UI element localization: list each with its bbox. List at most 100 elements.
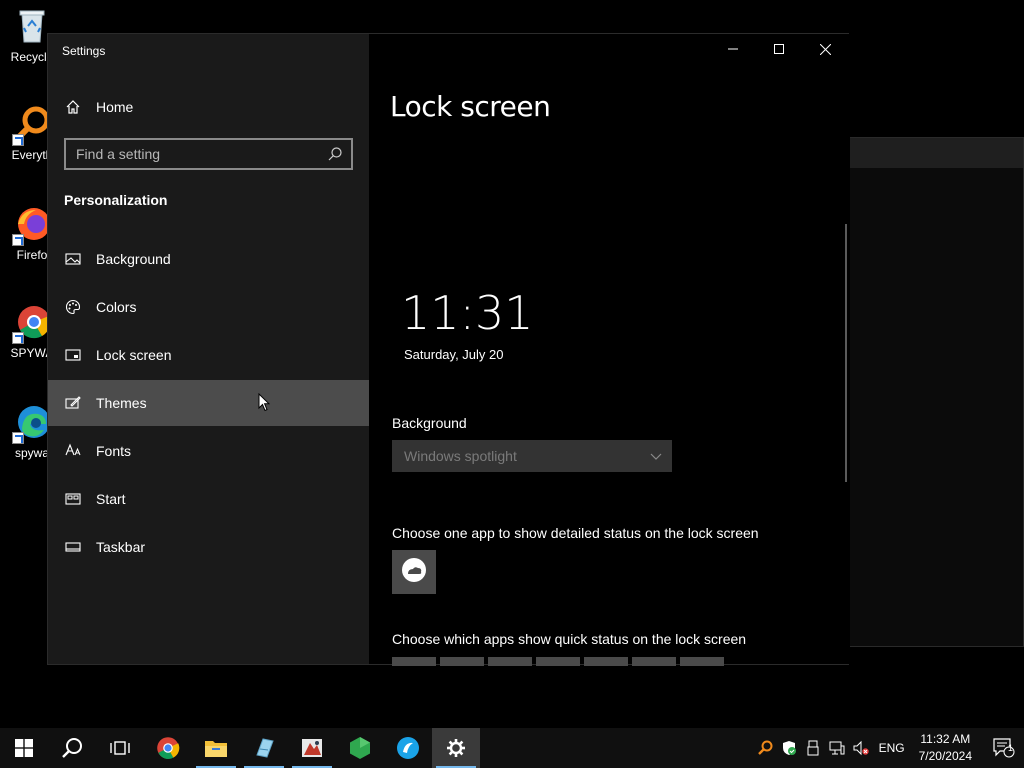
nav-item-fonts[interactable]: Fonts: [48, 428, 369, 474]
weather-app-icon: [401, 557, 427, 588]
nav-item-label: Colors: [96, 299, 137, 315]
fonts-icon: [65, 443, 81, 459]
close-button[interactable]: [802, 34, 848, 64]
nav-item-start[interactable]: Start: [48, 476, 369, 522]
close-icon: [819, 43, 831, 55]
taskbar-file-explorer[interactable]: [192, 728, 240, 768]
quick-status-slot[interactable]: [632, 657, 676, 666]
background-window[interactable]: [849, 137, 1024, 647]
nav-item-themes[interactable]: Themes: [48, 380, 369, 426]
detailed-status-app-button[interactable]: [392, 550, 436, 594]
taskbar-shield-app[interactable]: [336, 728, 384, 768]
chevron-down-icon: [650, 448, 662, 464]
settings-nav-pane: Settings Home Personalization Background: [48, 34, 369, 664]
tray-volume-muted-icon[interactable]: [849, 728, 873, 768]
quick-status-slot[interactable]: [584, 657, 628, 666]
notepad-icon: [256, 738, 274, 758]
recycle-bin-icon: [12, 6, 52, 46]
settings-window: Settings Home Personalization Background: [47, 33, 850, 666]
nav-home-label: Home: [96, 99, 134, 115]
search-icon: [62, 738, 82, 758]
shortcut-arrow-icon: [12, 234, 24, 246]
minimize-button[interactable]: [710, 34, 756, 64]
maximize-button[interactable]: [756, 34, 802, 64]
lock-preview-time: 11:31: [401, 286, 534, 340]
shortcut-arrow-icon: [12, 432, 24, 444]
mouse-cursor-icon: [258, 392, 271, 412]
nav-item-label: Fonts: [96, 443, 132, 459]
taskbar-notepad-app[interactable]: [240, 728, 288, 768]
taskbar-paint-app[interactable]: [288, 728, 336, 768]
clock-date: 7/20/2024: [918, 749, 972, 763]
system-tray: ENG 11:32 AM 7/20/2024 1: [753, 728, 1024, 768]
chrome-icon: [157, 737, 180, 759]
chrome-icon: [12, 302, 52, 344]
taskbar: ENG 11:32 AM 7/20/2024 1: [0, 728, 1024, 768]
settings-content: Lock screen 11:31 Saturday, July 20 Back…: [369, 34, 850, 666]
nav-item-label: Background: [96, 251, 171, 267]
nav-item-lock-screen[interactable]: Lock screen: [48, 332, 369, 378]
quick-status-slot[interactable]: [536, 657, 580, 666]
page-title: Lock screen: [390, 90, 551, 123]
quick-status-slot[interactable]: [680, 657, 724, 666]
paint-icon: [302, 739, 322, 757]
background-dropdown[interactable]: Windows spotlight: [392, 440, 672, 472]
quick-status-slot[interactable]: [392, 657, 436, 666]
tray-network-icon[interactable]: [825, 728, 849, 768]
search-box[interactable]: [64, 138, 353, 170]
search-input[interactable]: [66, 146, 327, 162]
desktop: Recycle Everyth Firefo SPYWA spywa Setti…: [0, 0, 1024, 728]
firefox-icon: [12, 204, 52, 246]
gear-icon: [447, 739, 465, 757]
lock-screen-icon: [65, 347, 81, 363]
lock-preview-date: Saturday, July 20: [404, 347, 504, 362]
edge-icon: [12, 402, 52, 444]
background-label: Background: [392, 415, 467, 431]
hexagon-app-icon: [350, 737, 370, 759]
picture-icon: [65, 251, 81, 267]
nav-item-taskbar[interactable]: Taskbar: [48, 524, 369, 570]
nav-item-label: Lock screen: [96, 347, 172, 363]
nav-item-label: Themes: [96, 395, 147, 411]
taskbar-settings[interactable]: [432, 728, 480, 768]
taskbar-browser-app[interactable]: [384, 728, 432, 768]
nav-item-label: Start: [96, 491, 126, 507]
search-icon[interactable]: [327, 146, 343, 162]
taskbar-chrome[interactable]: [144, 728, 192, 768]
nav-item-background[interactable]: Background: [48, 236, 369, 282]
themes-icon: [65, 395, 81, 411]
window-title: Settings: [62, 44, 106, 58]
shortcut-arrow-icon: [12, 134, 24, 146]
language-indicator[interactable]: ENG: [879, 741, 905, 755]
start-button[interactable]: [0, 728, 48, 768]
background-window-titlebar[interactable]: [850, 138, 1023, 168]
tray-usb-icon[interactable]: [801, 728, 825, 768]
nav-item-colors[interactable]: Colors: [48, 284, 369, 330]
task-view-button[interactable]: [96, 728, 144, 768]
action-center-button[interactable]: 1: [984, 728, 1024, 768]
taskbar-icon: [65, 539, 81, 555]
start-icon: [65, 491, 81, 507]
content-scrollbar[interactable]: [845, 224, 847, 482]
tray-security-icon[interactable]: [777, 728, 801, 768]
palette-icon: [65, 299, 81, 315]
nav-home[interactable]: Home: [48, 84, 369, 130]
home-icon: [65, 99, 81, 115]
section-title: Personalization: [64, 192, 168, 208]
quick-status-slots: [392, 657, 724, 666]
background-dropdown-value: Windows spotlight: [404, 448, 517, 464]
minimize-icon: [728, 48, 738, 50]
quick-status-slot[interactable]: [488, 657, 532, 666]
notification-count: 1: [1008, 743, 1014, 753]
tray-everything-icon[interactable]: [753, 728, 777, 768]
search-button[interactable]: [48, 728, 96, 768]
everything-search-icon: [12, 104, 52, 146]
browser-app-icon: [397, 737, 419, 759]
folder-icon: [205, 741, 227, 757]
maximize-icon: [774, 44, 784, 54]
clock-time: 11:32 AM: [920, 732, 971, 746]
taskbar-clock[interactable]: 11:32 AM 7/20/2024: [919, 731, 972, 765]
quick-status-label: Choose which apps show quick status on t…: [392, 631, 747, 647]
quick-status-slot[interactable]: [440, 657, 484, 666]
shortcut-arrow-icon: [12, 332, 24, 344]
